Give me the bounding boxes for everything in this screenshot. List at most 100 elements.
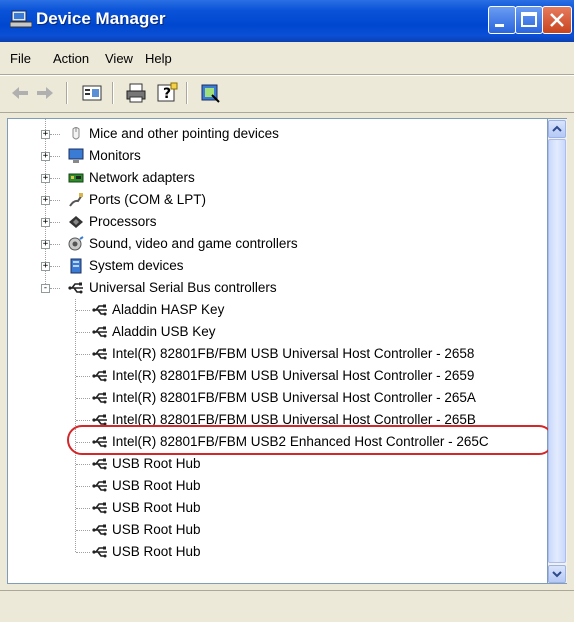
- tree-item-label: Universal Serial Bus controllers: [89, 280, 277, 295]
- maximize-button[interactable]: [515, 6, 543, 34]
- svg-text:?: ?: [163, 86, 171, 102]
- usb-icon: [92, 326, 107, 338]
- usb-icon: [92, 370, 107, 382]
- expand-icon[interactable]: +: [41, 174, 50, 183]
- scroll-thumb[interactable]: [548, 139, 566, 563]
- chevron-up-icon: [552, 125, 562, 132]
- usb-icon: [92, 458, 107, 470]
- tree-line: [50, 156, 60, 158]
- tree-line: [76, 486, 90, 488]
- expand-icon[interactable]: +: [41, 262, 50, 271]
- usb-device-item[interactable]: USB Root Hub: [8, 453, 538, 475]
- expand-icon[interactable]: +: [41, 196, 50, 205]
- tree-line: [76, 310, 90, 312]
- processor-icon: [69, 216, 83, 228]
- tree-item-label: Mice and other pointing devices: [89, 126, 279, 141]
- print-icon[interactable]: [124, 81, 148, 105]
- tree-line: [50, 200, 60, 202]
- device-manager-icon: [10, 10, 32, 28]
- tree-line: [76, 464, 90, 466]
- usb-device-label: Intel(R) 82801FB/FBM USB Universal Host …: [112, 368, 475, 383]
- back-icon[interactable]: [8, 81, 32, 105]
- toolbar-divider: [0, 112, 574, 113]
- device-tree[interactable]: + Mice and other pointing devices + Moni…: [7, 118, 548, 584]
- usb-device-item[interactable]: Intel(R) 82801FB/FBM USB Universal Host …: [8, 387, 538, 409]
- monitor-icon: [68, 148, 84, 163]
- scroll-up-button[interactable]: [548, 120, 566, 138]
- usb-device-label: Intel(R) 82801FB/FBM USB Universal Host …: [112, 346, 475, 361]
- tree-item-usb-controllers[interactable]: - Universal Serial Bus controllers: [8, 277, 538, 299]
- expand-icon[interactable]: +: [41, 218, 50, 227]
- toolbar-separator: [66, 82, 67, 104]
- usb-device-label: Intel(R) 82801FB/FBM USB Universal Host …: [112, 390, 476, 405]
- usb-device-label: USB Root Hub: [112, 544, 201, 559]
- usb-icon: [92, 304, 107, 316]
- usb-device-item[interactable]: USB Root Hub: [8, 497, 538, 519]
- usb-device-item[interactable]: USB Root Hub: [8, 519, 538, 541]
- usb-icon: [92, 480, 107, 492]
- tree-line: [50, 178, 60, 180]
- status-bar: [0, 590, 574, 622]
- usb-device-item[interactable]: Intel(R) 82801FB/FBM USB Universal Host …: [8, 365, 538, 387]
- tree-item-label: Ports (COM & LPT): [89, 192, 207, 207]
- tree-item-system-devices[interactable]: + System devices: [8, 255, 538, 277]
- minimize-button[interactable]: [488, 6, 516, 34]
- usb-device-label: USB Root Hub: [112, 456, 201, 471]
- minimize-icon: [495, 24, 504, 27]
- tree-item-label: Sound, video and game controllers: [89, 236, 298, 251]
- tree-item-label: Monitors: [89, 148, 141, 163]
- tree-line: [50, 266, 60, 268]
- mouse-icon: [72, 127, 80, 140]
- vertical-scrollbar[interactable]: [548, 118, 567, 584]
- tree-item-monitors[interactable]: + Monitors: [8, 145, 538, 167]
- usb-device-item[interactable]: Aladdin HASP Key: [8, 299, 538, 321]
- menu-action[interactable]: Action: [53, 51, 89, 66]
- scan-hardware-icon[interactable]: [198, 81, 222, 105]
- expand-icon[interactable]: +: [41, 130, 50, 139]
- tree-item-ports[interactable]: + Ports (COM & LPT): [8, 189, 538, 211]
- tree-line: [50, 134, 60, 136]
- tree-item-mice[interactable]: + Mice and other pointing devices: [8, 123, 538, 145]
- maximize-icon: [521, 12, 537, 27]
- usb-device-item[interactable]: Intel(R) 82801FB/FBM USB Universal Host …: [8, 343, 538, 365]
- forward-icon[interactable]: [33, 81, 57, 105]
- system-device-icon: [70, 258, 82, 274]
- usb-device-item[interactable]: Aladdin USB Key: [8, 321, 538, 343]
- sound-icon: [68, 236, 84, 251]
- properties-icon[interactable]: [80, 81, 104, 105]
- toolbar: ?: [0, 76, 574, 112]
- tree-item-sound[interactable]: + Sound, video and game controllers: [8, 233, 538, 255]
- toolbar-separator: [186, 82, 187, 104]
- collapse-icon[interactable]: -: [41, 284, 50, 293]
- close-button[interactable]: [542, 6, 572, 34]
- toolbar-separator: [112, 82, 113, 104]
- menu-view[interactable]: View: [105, 51, 133, 66]
- tree-item-label: Network adapters: [89, 170, 195, 185]
- tree-item-label: System devices: [89, 258, 184, 273]
- tree-item-network-adapters[interactable]: + Network adapters: [8, 167, 538, 189]
- tree-line: [76, 376, 90, 378]
- help-icon[interactable]: ?: [155, 81, 179, 105]
- window-title: Device Manager: [36, 9, 166, 28]
- expand-icon[interactable]: +: [41, 152, 50, 161]
- highlight-annotation: [67, 425, 554, 455]
- usb-device-item[interactable]: USB Root Hub: [8, 541, 538, 563]
- expand-icon[interactable]: +: [41, 240, 50, 249]
- tree-item-processors[interactable]: + Processors: [8, 211, 538, 233]
- usb-icon: [92, 546, 107, 558]
- network-adapter-icon: [68, 173, 84, 183]
- usb-device-label: USB Root Hub: [112, 522, 201, 537]
- title-bar[interactable]: Device Manager: [0, 0, 574, 42]
- scroll-down-button[interactable]: [548, 565, 566, 583]
- menu-help[interactable]: Help: [145, 51, 172, 66]
- menu-file[interactable]: File: [10, 51, 31, 66]
- usb-device-label: USB Root Hub: [112, 478, 201, 493]
- tree-line: [50, 222, 60, 224]
- usb-device-label: Aladdin HASP Key: [112, 302, 225, 317]
- menu-bar: File Action View Help: [0, 42, 574, 74]
- usb-device-item[interactable]: USB Root Hub: [8, 475, 538, 497]
- tree-line: [50, 288, 60, 290]
- tree-line: [76, 420, 90, 422]
- usb-icon: [68, 282, 83, 294]
- device-manager-window: Device Manager File Action View Help ? +…: [0, 0, 574, 622]
